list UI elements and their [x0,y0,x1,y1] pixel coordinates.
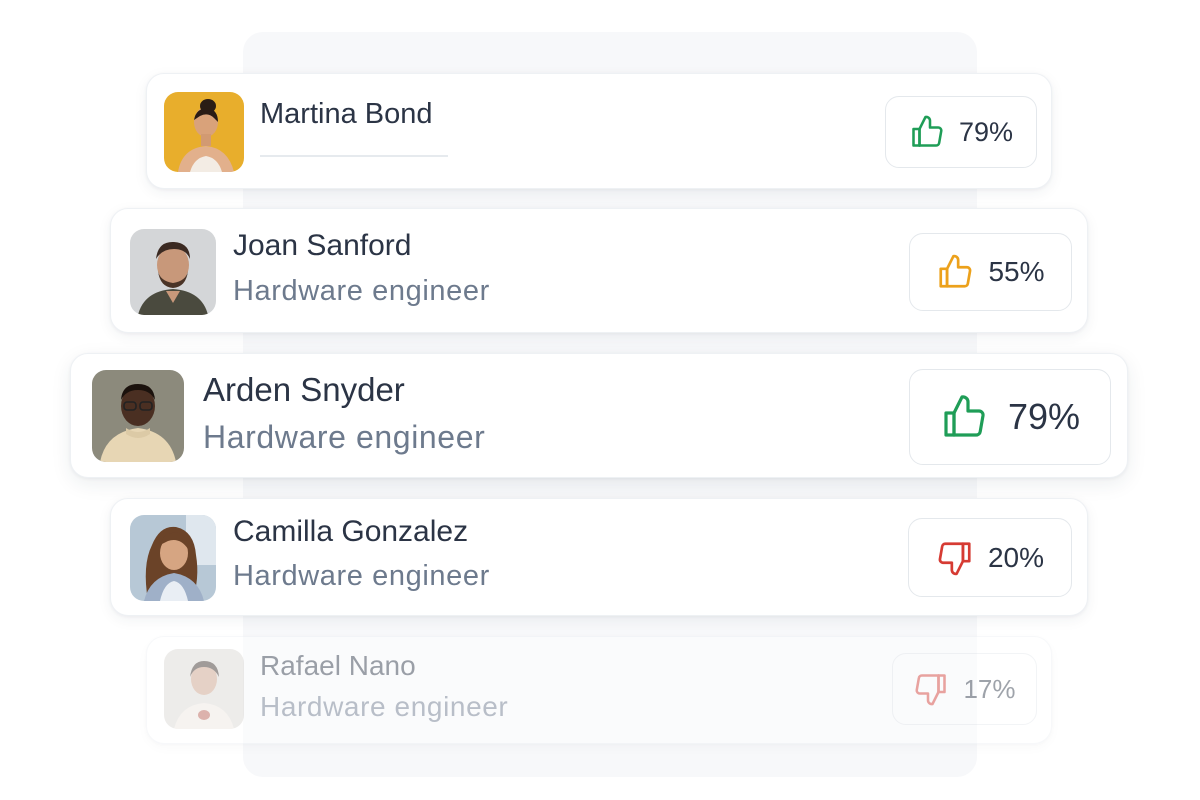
candidate-role: Hardware engineer [203,419,486,455]
score-value: 17% [963,673,1016,704]
thumbs-up-icon [940,393,988,441]
avatar [164,92,244,172]
thumbs-down-icon [913,671,949,707]
score-badge[interactable]: 20% [908,518,1072,597]
score-badge[interactable]: 55% [909,233,1072,311]
candidate-name: Camilla Gonzalez [233,515,469,548]
avatar [92,370,184,462]
thumbs-up-icon [909,114,945,150]
candidate-card-joan-sanford[interactable]: Joan Sanford Hardware engineer 55% [110,208,1088,333]
candidate-card-martina-bond[interactable]: Martina Bond 79% [146,73,1052,189]
score-badge[interactable]: 79% [885,96,1037,168]
thumbs-up-icon [936,253,974,291]
thumbs-down-icon [936,539,974,577]
avatar [164,649,244,729]
candidate-card-arden-snyder[interactable]: Arden Snyder Hardware engineer 79% [70,353,1128,478]
candidate-role: Hardware engineer [233,275,490,307]
name-underline [260,155,448,157]
score-value: 20% [987,541,1045,573]
score-value: 55% [988,256,1045,287]
candidate-card-rafael-nano[interactable]: Rafael Nano Hardware engineer 17% [146,636,1052,744]
score-value: 79% [1007,396,1081,437]
candidate-role: Hardware engineer [233,560,490,592]
candidate-role: Hardware engineer [260,691,509,722]
candidate-card-camilla-gonzalez[interactable]: Camilla Gonzalez Hardware engineer 20% [110,498,1088,616]
score-badge[interactable]: 17% [892,653,1037,725]
candidate-name: Joan Sanford [233,229,412,262]
avatar [130,515,216,601]
candidate-name: Rafael Nano [260,650,416,681]
candidate-name: Martina Bond [260,98,433,130]
score-badge[interactable]: 79% [909,369,1111,465]
avatar [130,229,216,315]
candidate-name: Arden Snyder [203,371,405,408]
score-value: 79% [958,116,1014,147]
